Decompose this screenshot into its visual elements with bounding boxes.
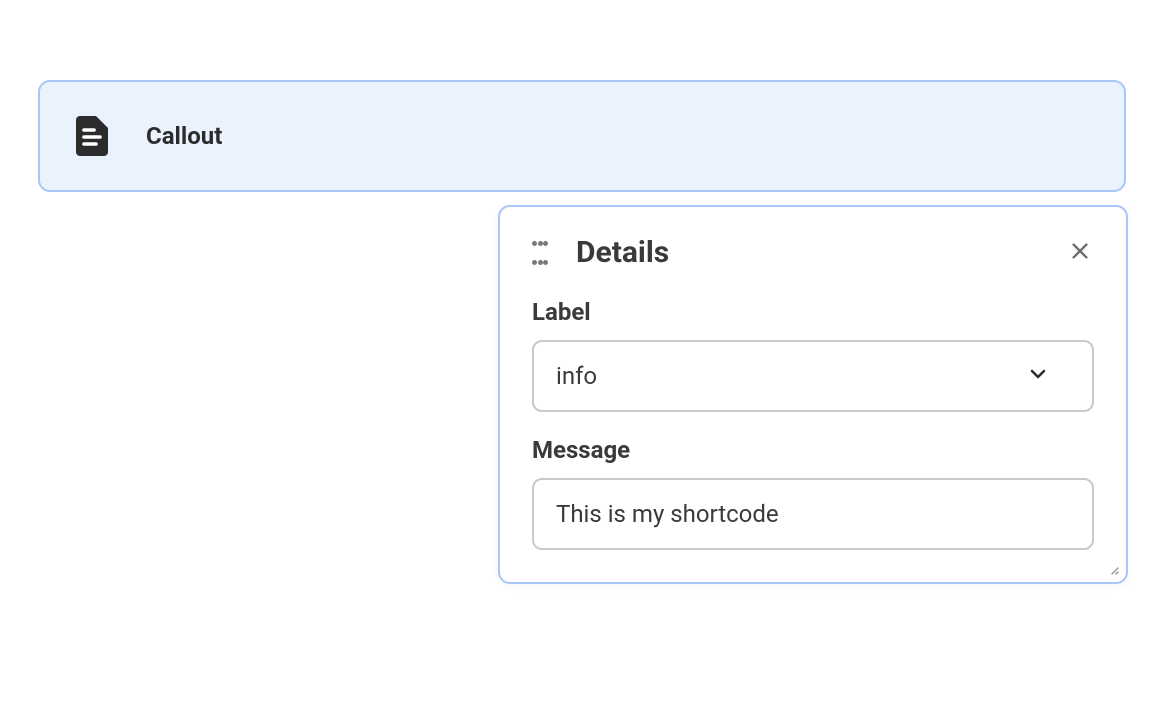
drag-handle-icon[interactable] [532,241,548,265]
callout-title: Callout [146,122,222,150]
message-field-group: Message [532,436,1094,550]
close-icon [1069,240,1091,262]
label-field-group: Label [532,298,1094,412]
document-icon [68,112,116,160]
message-field-label: Message [532,436,1094,464]
close-button[interactable] [1066,237,1094,265]
callout-block[interactable]: Callout [38,80,1126,192]
label-select-wrap [532,340,1094,412]
label-field-label: Label [532,298,1094,326]
message-input[interactable] [532,478,1094,550]
resize-handle[interactable] [1104,560,1120,576]
details-title: Details [576,235,669,270]
label-select[interactable] [532,340,1094,412]
details-panel: Details Label Message [498,205,1128,584]
details-header: Details [532,235,1094,270]
